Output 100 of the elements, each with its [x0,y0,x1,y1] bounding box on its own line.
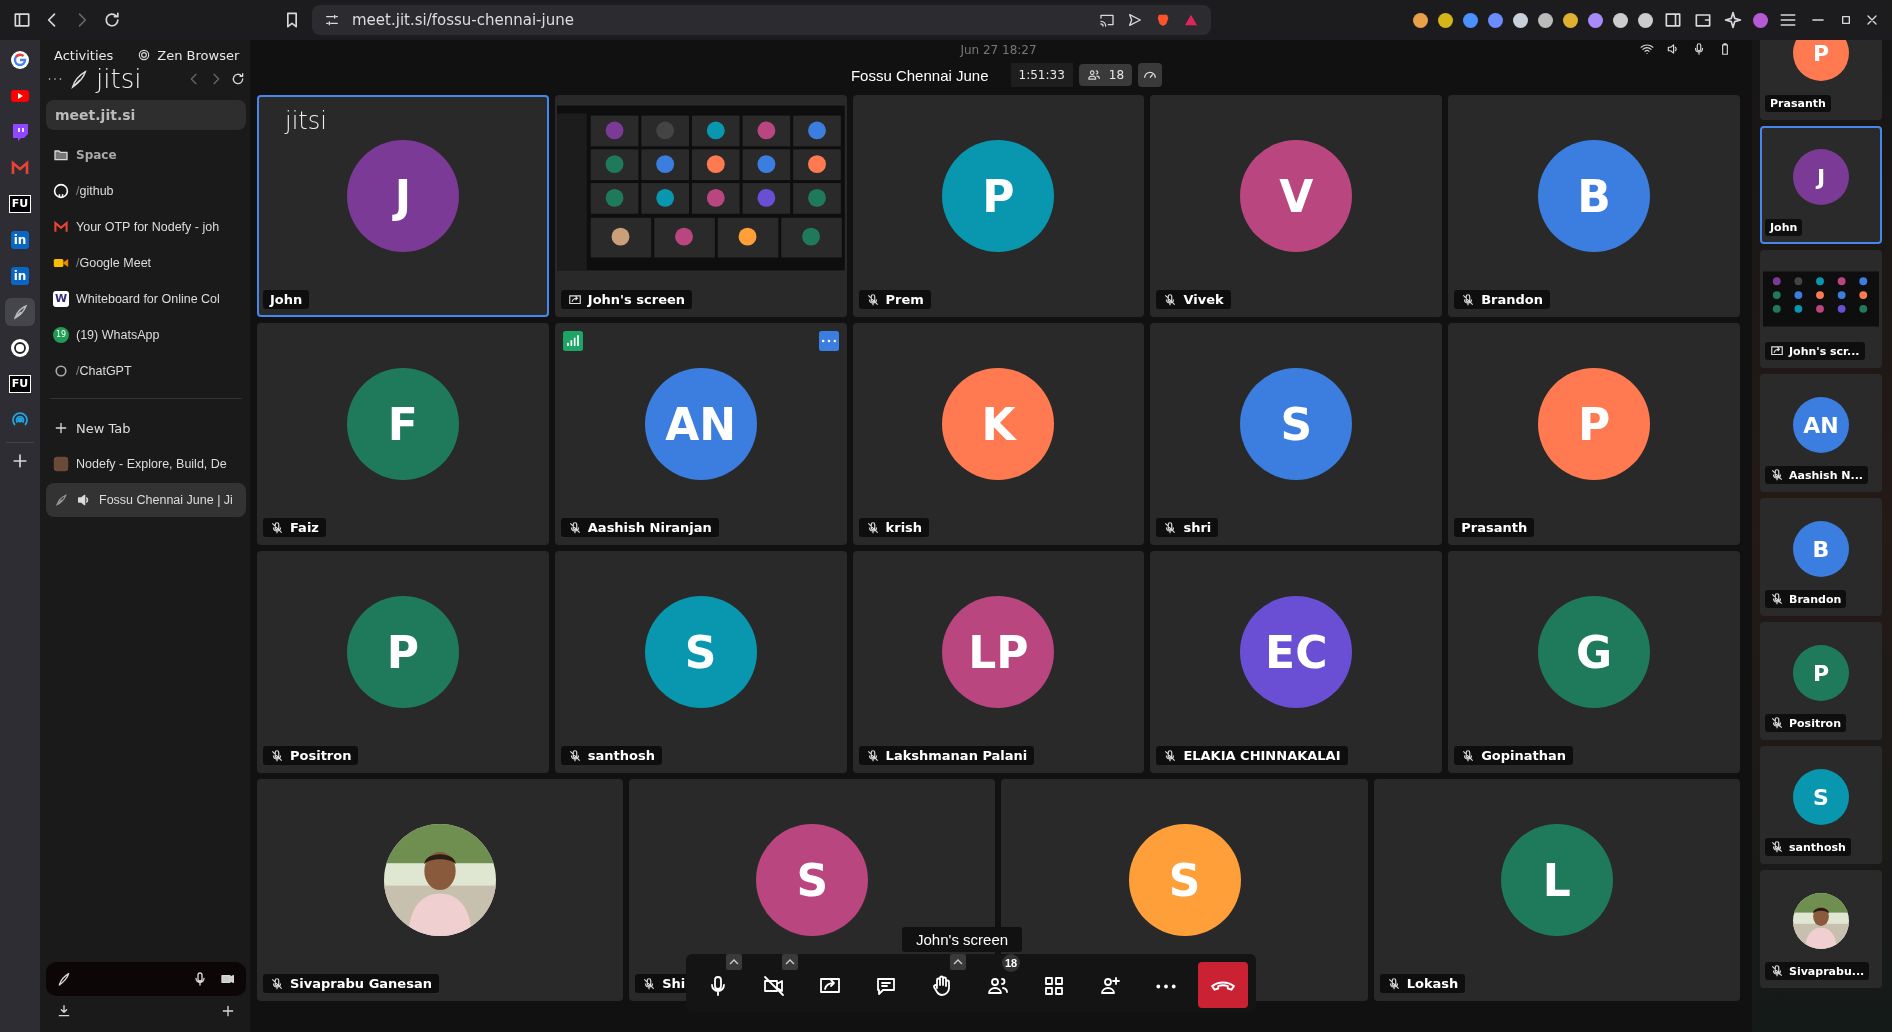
sidebar-panel-icon[interactable] [1663,10,1683,30]
participant-tile[interactable]: F Faiz [257,323,549,545]
chat-bubble-icon [10,122,30,142]
sidebar-tab[interactable]: W Whiteboard for Online Col [46,282,246,316]
extension-icon[interactable] [1513,12,1528,28]
sidebar-tab[interactable]: 19 (19) WhatsApp [46,318,246,352]
microphone-icon[interactable] [192,971,208,987]
send-icon[interactable] [1127,12,1143,28]
participant-name: John [1765,219,1803,236]
participant-thumbnail[interactable]: Sivaprabu... [1760,870,1882,988]
participant-name: Brandon [1454,290,1551,309]
address-bar[interactable]: meet.jit.si/fossu-chennai-june [312,5,1211,35]
hang-up-button[interactable] [1198,962,1248,1008]
participant-tile[interactable]: G Gopinathan [1448,551,1740,773]
pinned-site[interactable]: FU [5,370,35,398]
participant-thumbnail[interactable]: J John [1760,126,1882,244]
participant-thumbnail[interactable]: S santhosh [1760,746,1882,864]
pinned-site[interactable] [5,298,35,326]
sparkle-icon[interactable] [1723,10,1743,30]
sidebar-tab[interactable]: Nodefy - Explore, Build, De [46,447,246,481]
participant-name: John's scr... [1765,342,1865,360]
participant-tile[interactable]: P Prem [852,95,1145,317]
url-field[interactable]: meet.jit.si [46,100,246,130]
caret-icon[interactable] [782,954,798,970]
cast-icon[interactable] [1099,12,1115,28]
extension-icon[interactable] [1413,12,1428,28]
participant-name: Lokash [1379,974,1466,993]
reload-icon[interactable] [230,71,246,87]
participant-tile[interactable]: AN Aashish Niranjan [554,323,847,545]
sidebar-tab[interactable]: Fossu Chennai June | Ji [46,483,246,517]
participant-tile[interactable]: V Vivek [1150,95,1443,317]
feather-icon[interactable] [56,971,72,987]
tab-title: (19) WhatsApp [76,328,160,342]
participant-thumbnail[interactable]: AN Aashish N... [1760,374,1882,492]
extension-icon[interactable] [1463,12,1478,28]
activities-label[interactable]: Activities [54,47,114,63]
site-settings-icon[interactable] [324,12,340,28]
new-tab-button[interactable]: New Tab [46,411,246,445]
sidebar-tab[interactable]: /github [46,174,246,208]
participant-tile[interactable]: jitsi J John [257,95,549,317]
sidebar-tab[interactable]: /ChatGPT [46,354,246,388]
participant-count[interactable]: 18 [1078,64,1133,86]
participant-name: Gopinathan [1454,746,1574,765]
caret-icon[interactable] [950,954,966,970]
avatar: P [1793,645,1849,701]
participant-tile[interactable]: P Prasanth [1448,323,1740,545]
participant-tile[interactable]: EC ELAKIA CHINNAKALAI [1150,551,1443,773]
participant-tile[interactable]: L Lokash [1373,779,1740,1001]
tab-title: Whiteboard for Online Col [76,292,220,306]
sidebar-toggle-icon[interactable] [12,10,32,30]
extension-icon[interactable] [1638,12,1653,28]
avatar: EC [1240,596,1353,708]
more-icon[interactable] [818,331,839,351]
extension-icon[interactable] [1588,12,1603,28]
download-icon[interactable] [56,1003,72,1019]
participant-tile[interactable]: B Brandon [1448,95,1740,317]
wifi-icon[interactable] [1640,42,1654,56]
participant-name: krish [858,518,930,537]
meeting-timer: 1:51:33 [1010,63,1073,87]
profile-icon[interactable] [1753,12,1768,28]
caret-icon[interactable] [726,954,742,970]
speed-gauge-icon[interactable] [1138,63,1163,87]
connection-indicator-icon[interactable] [562,331,583,351]
extension-icon[interactable] [1438,12,1453,28]
extension-icon[interactable] [1613,12,1628,28]
participant-tile[interactable]: Sivaprabu Ganesan [257,779,624,1001]
sidebar-tab[interactable]: Your OTP for Nodefy - joh [46,210,246,244]
participant-thumbnail[interactable]: P Positron [1760,622,1882,740]
sidebar-tab[interactable]: /Google Meet [46,246,246,280]
participant-thumbnail[interactable]: P Prasanth [1760,40,1882,120]
microphone-icon[interactable] [1692,42,1706,56]
participant-tile[interactable]: S santhosh [554,551,847,773]
avatar: AN [644,368,757,480]
participant-tile[interactable]: K krish [852,323,1145,545]
screen-share-icon [567,292,582,307]
add-icon[interactable] [220,1003,236,1019]
extension-icon[interactable] [1563,12,1578,28]
participant-name: santhosh [560,746,662,765]
participant-tile[interactable]: S shri [1150,323,1443,545]
avatar: P [346,596,459,708]
pinned-site[interactable]: FU [5,190,35,218]
participant-thumbnail[interactable]: John's scr... [1760,250,1882,368]
volume-icon[interactable] [1666,42,1680,56]
participant-name: Brandon [1765,590,1847,608]
extension-icon[interactable] [1488,12,1503,28]
tab-title: /github [76,184,114,198]
participant-thumbnail[interactable]: B Brandon [1760,498,1882,616]
participant-tile[interactable]: P Positron [257,551,549,773]
participant-tile[interactable]: John's screen [554,95,847,317]
pinned-site[interactable]: in [5,226,35,254]
avatar: V [1240,140,1353,252]
pinned-site[interactable]: in [5,262,35,290]
participant-name: Aashish N... [1765,466,1869,484]
count-badge: 18 [1002,954,1020,972]
avatar: S [1240,368,1353,480]
extension-icon[interactable] [1538,12,1553,28]
reload-icon[interactable] [102,10,122,30]
workspace-item[interactable]: Space [46,138,246,172]
avatar: P [942,140,1055,252]
participant-tile[interactable]: LP Lakshmanan Palani [852,551,1145,773]
